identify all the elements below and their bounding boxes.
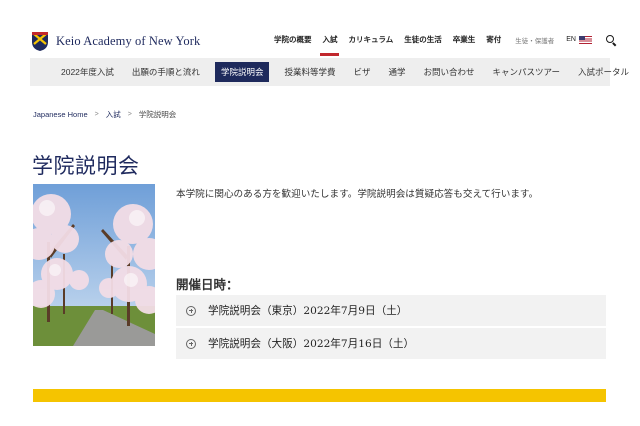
brand-name: Keio Academy of New York <box>56 33 201 48</box>
site-logo[interactable]: Keio Academy of New York <box>30 30 200 52</box>
session-accordion-osaka[interactable]: 学院説明会（大阪）2022年7月16日（土） <box>176 328 606 359</box>
topnav-item-curriculum[interactable]: カリキュラム <box>348 34 393 45</box>
breadcrumb-current: 学院説明会 <box>138 110 177 119</box>
search-icon[interactable] <box>606 34 616 45</box>
subnav-item-info-session[interactable]: 学院説明会 <box>214 62 270 82</box>
breadcrumb-separator: > <box>127 111 132 118</box>
subnav-item-campus-tour[interactable]: キャンパスツアー <box>490 62 564 82</box>
topnav-item-about[interactable]: 学院の概要 <box>274 34 312 45</box>
session-accordion-tokyo[interactable]: 学院説明会（東京）2022年7月9日（土） <box>176 295 606 326</box>
us-flag-icon <box>579 35 592 44</box>
subnav-item-contact[interactable]: お問い合わせ <box>421 62 478 82</box>
breadcrumb: Japanese Home > 入試 > 学院説明会 <box>33 109 176 120</box>
dates-heading: 開催日時： <box>176 277 239 292</box>
site-header: Keio Academy of New York 学院の概要 入試 カリキュラム… <box>0 0 640 58</box>
topnav-item-student-life[interactable]: 生徒の生活 <box>404 34 442 45</box>
session-label: 学院説明会（東京）2022年7月9日（土） <box>208 305 408 317</box>
subnav-item-application-steps[interactable]: 出願の手順と流れ <box>129 62 203 82</box>
breadcrumb-admissions-link[interactable]: 入試 <box>106 109 121 120</box>
page-title: 学院説明会 <box>32 154 140 178</box>
intro-text: 本学院に関心のある方を歓迎いたします。学院説明会は質疑応答も交えて行います。 <box>176 189 539 200</box>
yellow-banner-bar <box>33 389 606 402</box>
language-label: EN <box>566 36 576 43</box>
cherry-blossom-photo <box>33 184 155 346</box>
expand-plus-icon <box>186 338 196 349</box>
subnav-item-admissions-portal[interactable]: 入試ポータル <box>575 62 632 82</box>
breadcrumb-separator: > <box>94 111 99 118</box>
school-crest-icon <box>30 30 50 52</box>
topnav-item-alumni[interactable]: 卒業生 <box>453 34 476 45</box>
language-switcher[interactable]: EN <box>566 35 592 44</box>
topnav-students-parents-link[interactable]: 生徒・保護者 <box>515 35 554 45</box>
subnav-item-commute[interactable]: 通学 <box>385 62 408 82</box>
subnav-item-visa[interactable]: ビザ <box>350 62 373 82</box>
top-navigation: 学院の概要 入試 カリキュラム 生徒の生活 卒業生 寄付 生徒・保護者 EN <box>263 34 616 56</box>
subnav-item-tuition[interactable]: 授業料等学費 <box>281 62 338 82</box>
session-label: 学院説明会（大阪）2022年7月16日（土） <box>208 338 415 350</box>
subnav-item-2022-admissions[interactable]: 2022年度入試 <box>58 62 117 82</box>
topnav-item-giving[interactable]: 寄付 <box>486 34 501 45</box>
breadcrumb-home-link[interactable]: Japanese Home <box>33 110 88 119</box>
expand-plus-icon <box>186 305 196 316</box>
topnav-item-admissions[interactable]: 入試 <box>320 34 340 56</box>
admissions-subnav: 2022年度入試 出願の手順と流れ 学院説明会 授業料等学費 ビザ 通学 お問い… <box>30 58 629 86</box>
